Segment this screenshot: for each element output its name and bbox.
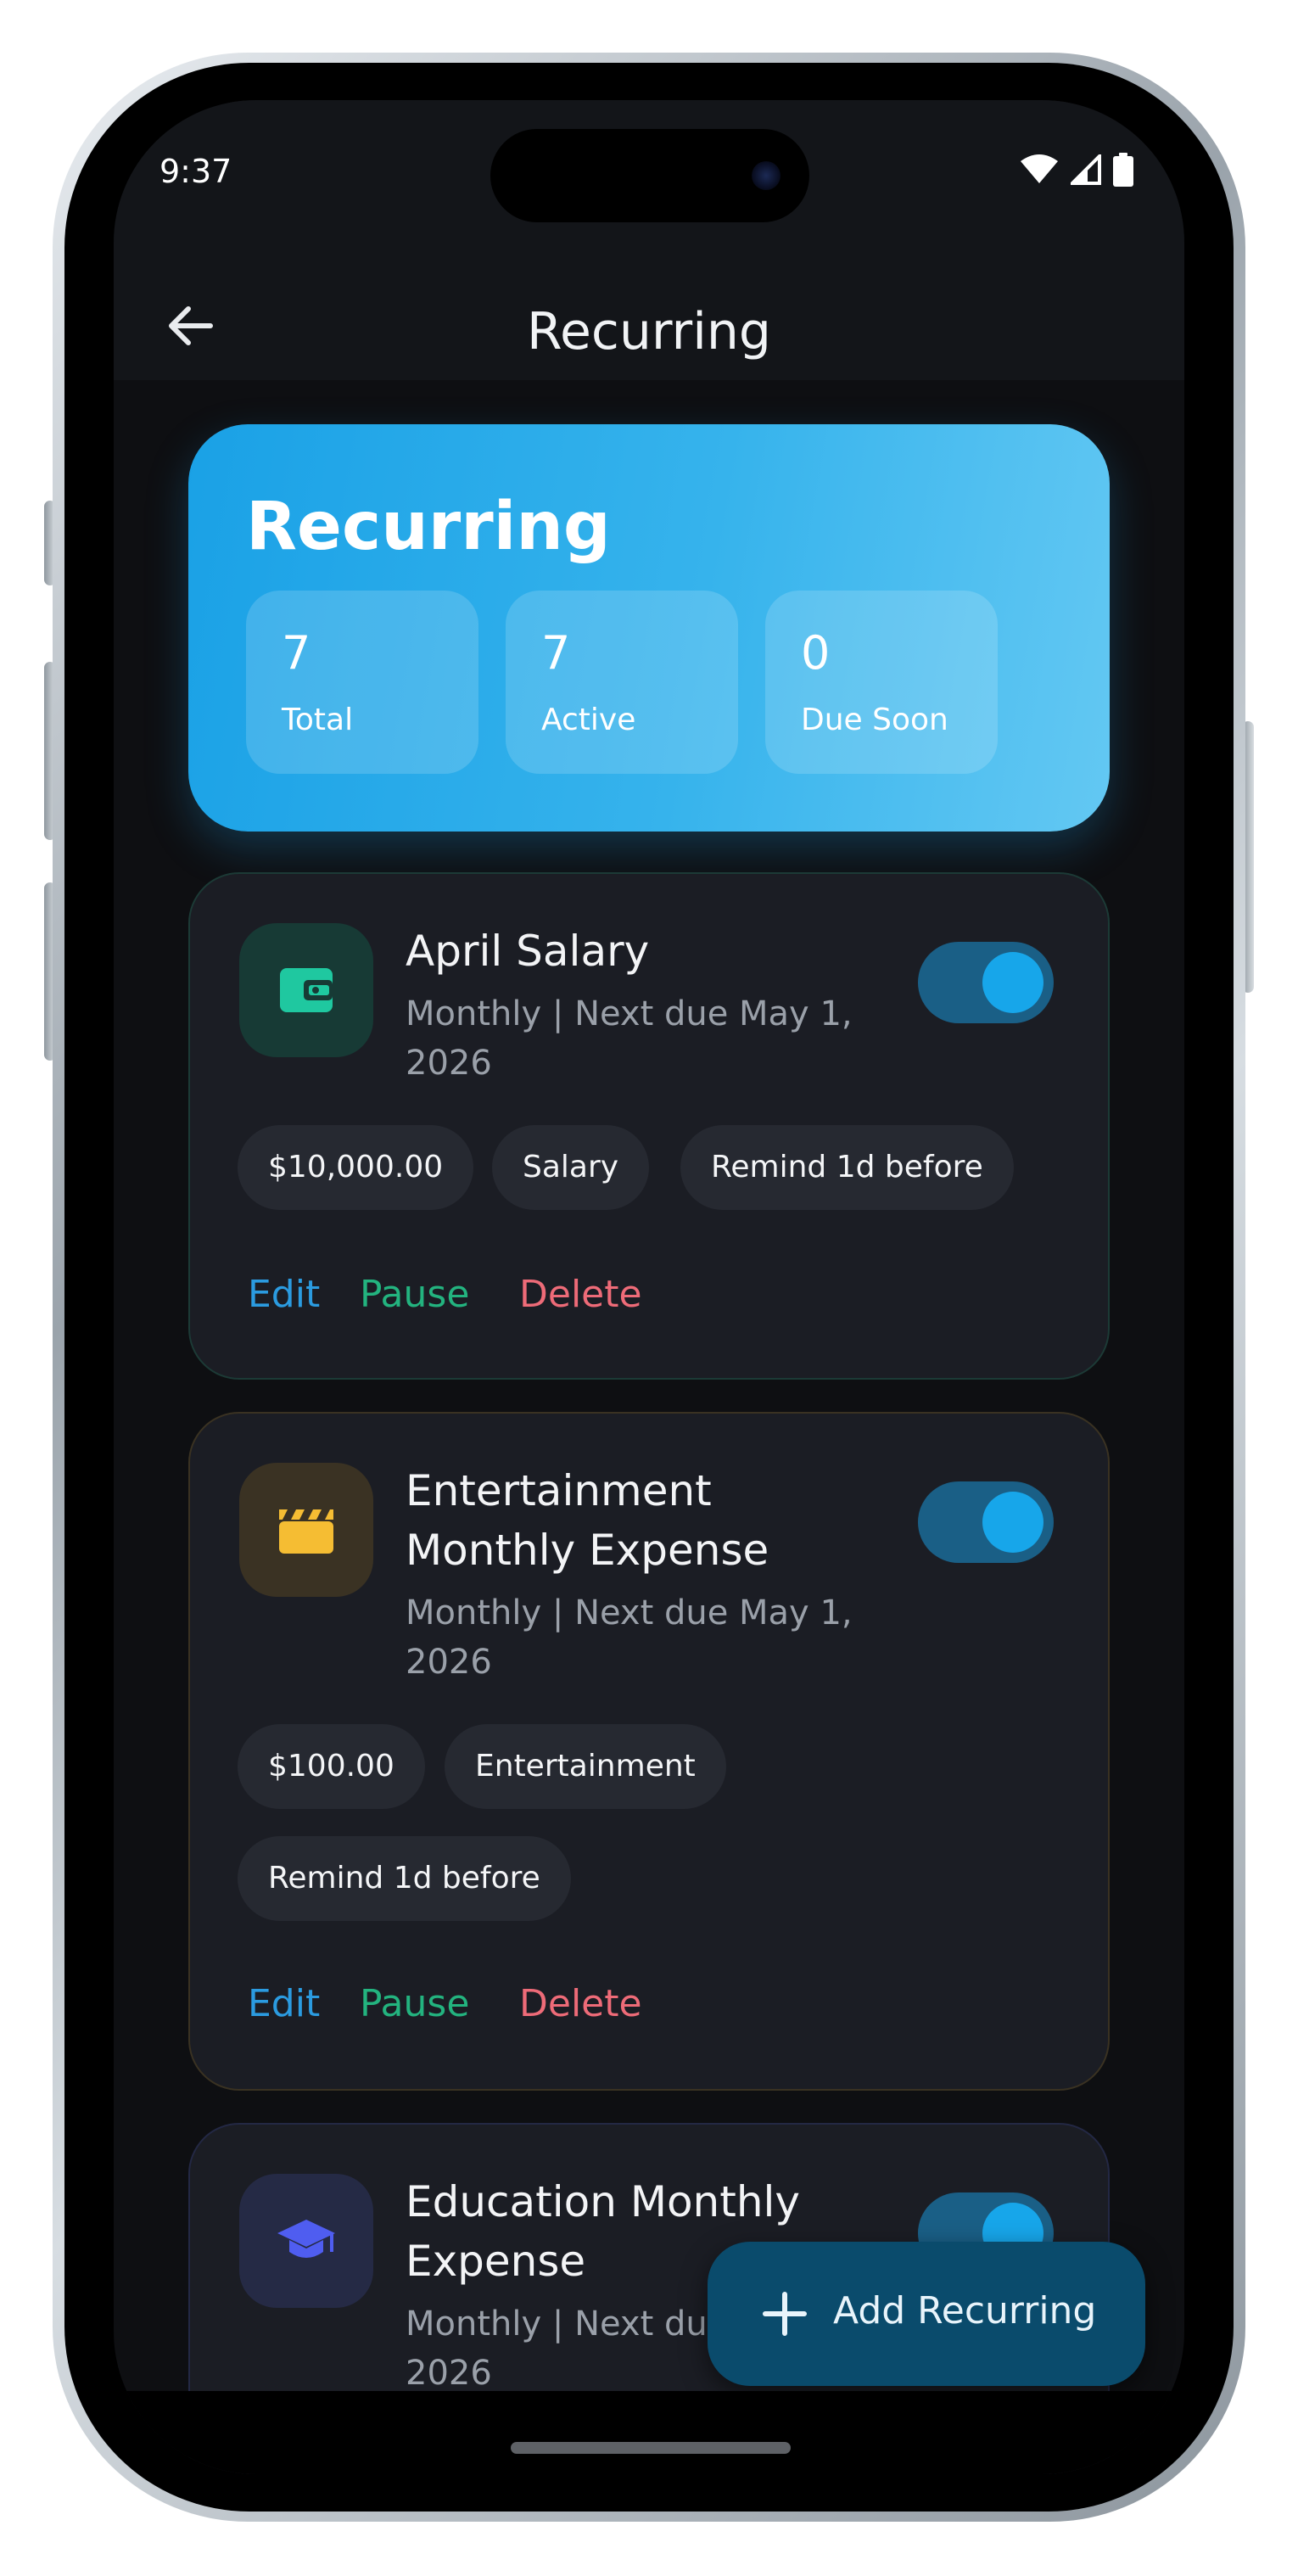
recurring-card-entertainment[interactable]: Entertainment Monthly Expense Monthly | … [188,1412,1110,2091]
home-area [114,2391,1184,2474]
amount-chip: $10,000.00 [238,1125,474,1210]
clapperboard-icon [239,1463,373,1597]
add-recurring-button[interactable]: Add Recurring [708,2242,1145,2386]
category-chip: Salary [492,1125,650,1210]
app-bar: Recurring [114,270,1184,380]
active-toggle[interactable] [918,1481,1054,1563]
status-icons [1020,153,1133,187]
plus-icon [763,2292,807,2336]
status-time: 9:37 [159,153,232,190]
amount-chip: $100.00 [238,1724,425,1809]
card-title: April Salary [406,927,650,976]
page-title: Recurring [527,302,771,361]
delete-button[interactable]: Delete [519,1982,642,2025]
stat-total: 7 Total [246,591,478,774]
stat-value: 7 [541,626,571,680]
toggle-knob [982,952,1043,1013]
recurring-card-april-salary[interactable]: April Salary Monthly | Next due May 1, 2… [188,872,1110,1380]
stat-value: 0 [801,626,831,680]
home-indicator[interactable] [511,2442,791,2454]
recurring-list: Recurring 7 Total 7 Active 0 Due Soon Ap… [114,380,1184,2474]
edit-button[interactable]: Edit [248,1982,320,2025]
status-bar: 9:37 [114,100,1184,270]
stat-active: 7 Active [506,591,738,774]
stat-label: Active [541,703,636,737]
summary-title: Recurring [246,489,611,565]
toggle-knob [982,1492,1043,1553]
active-toggle[interactable] [918,942,1054,1023]
cellular-icon [1071,154,1101,185]
reminder-chip: Remind 1d before [680,1125,1014,1210]
pause-button[interactable]: Pause [360,1982,469,2025]
wifi-icon [1021,154,1058,183]
fab-label: Add Recurring [833,2289,1097,2332]
graduation-cap-icon [239,2174,373,2308]
stat-label: Due Soon [801,703,948,737]
pause-button[interactable]: Pause [360,1273,469,1316]
edit-button[interactable]: Edit [248,1273,320,1316]
stat-label: Total [282,703,354,737]
card-title: Entertainment Monthly Expense [406,1466,769,1575]
front-camera [752,161,780,190]
stat-due-soon: 0 Due Soon [765,591,998,774]
card-subtitle: Monthly | Next due May 1, 2026 [406,994,853,1083]
card-subtitle: Monthly | Next due May 1, 2026 [406,1593,853,1682]
screen: 9:37 Recurring Recurring 7 Total 7 Activ… [114,100,1184,2474]
delete-button[interactable]: Delete [519,1273,642,1316]
wallet-icon [239,923,373,1057]
dynamic-island [490,129,809,222]
battery-icon [1113,153,1133,187]
stat-value: 7 [282,626,311,680]
reminder-chip: Remind 1d before [238,1836,571,1921]
category-chip: Entertainment [445,1724,726,1809]
summary-card: Recurring 7 Total 7 Active 0 Due Soon [188,424,1110,832]
